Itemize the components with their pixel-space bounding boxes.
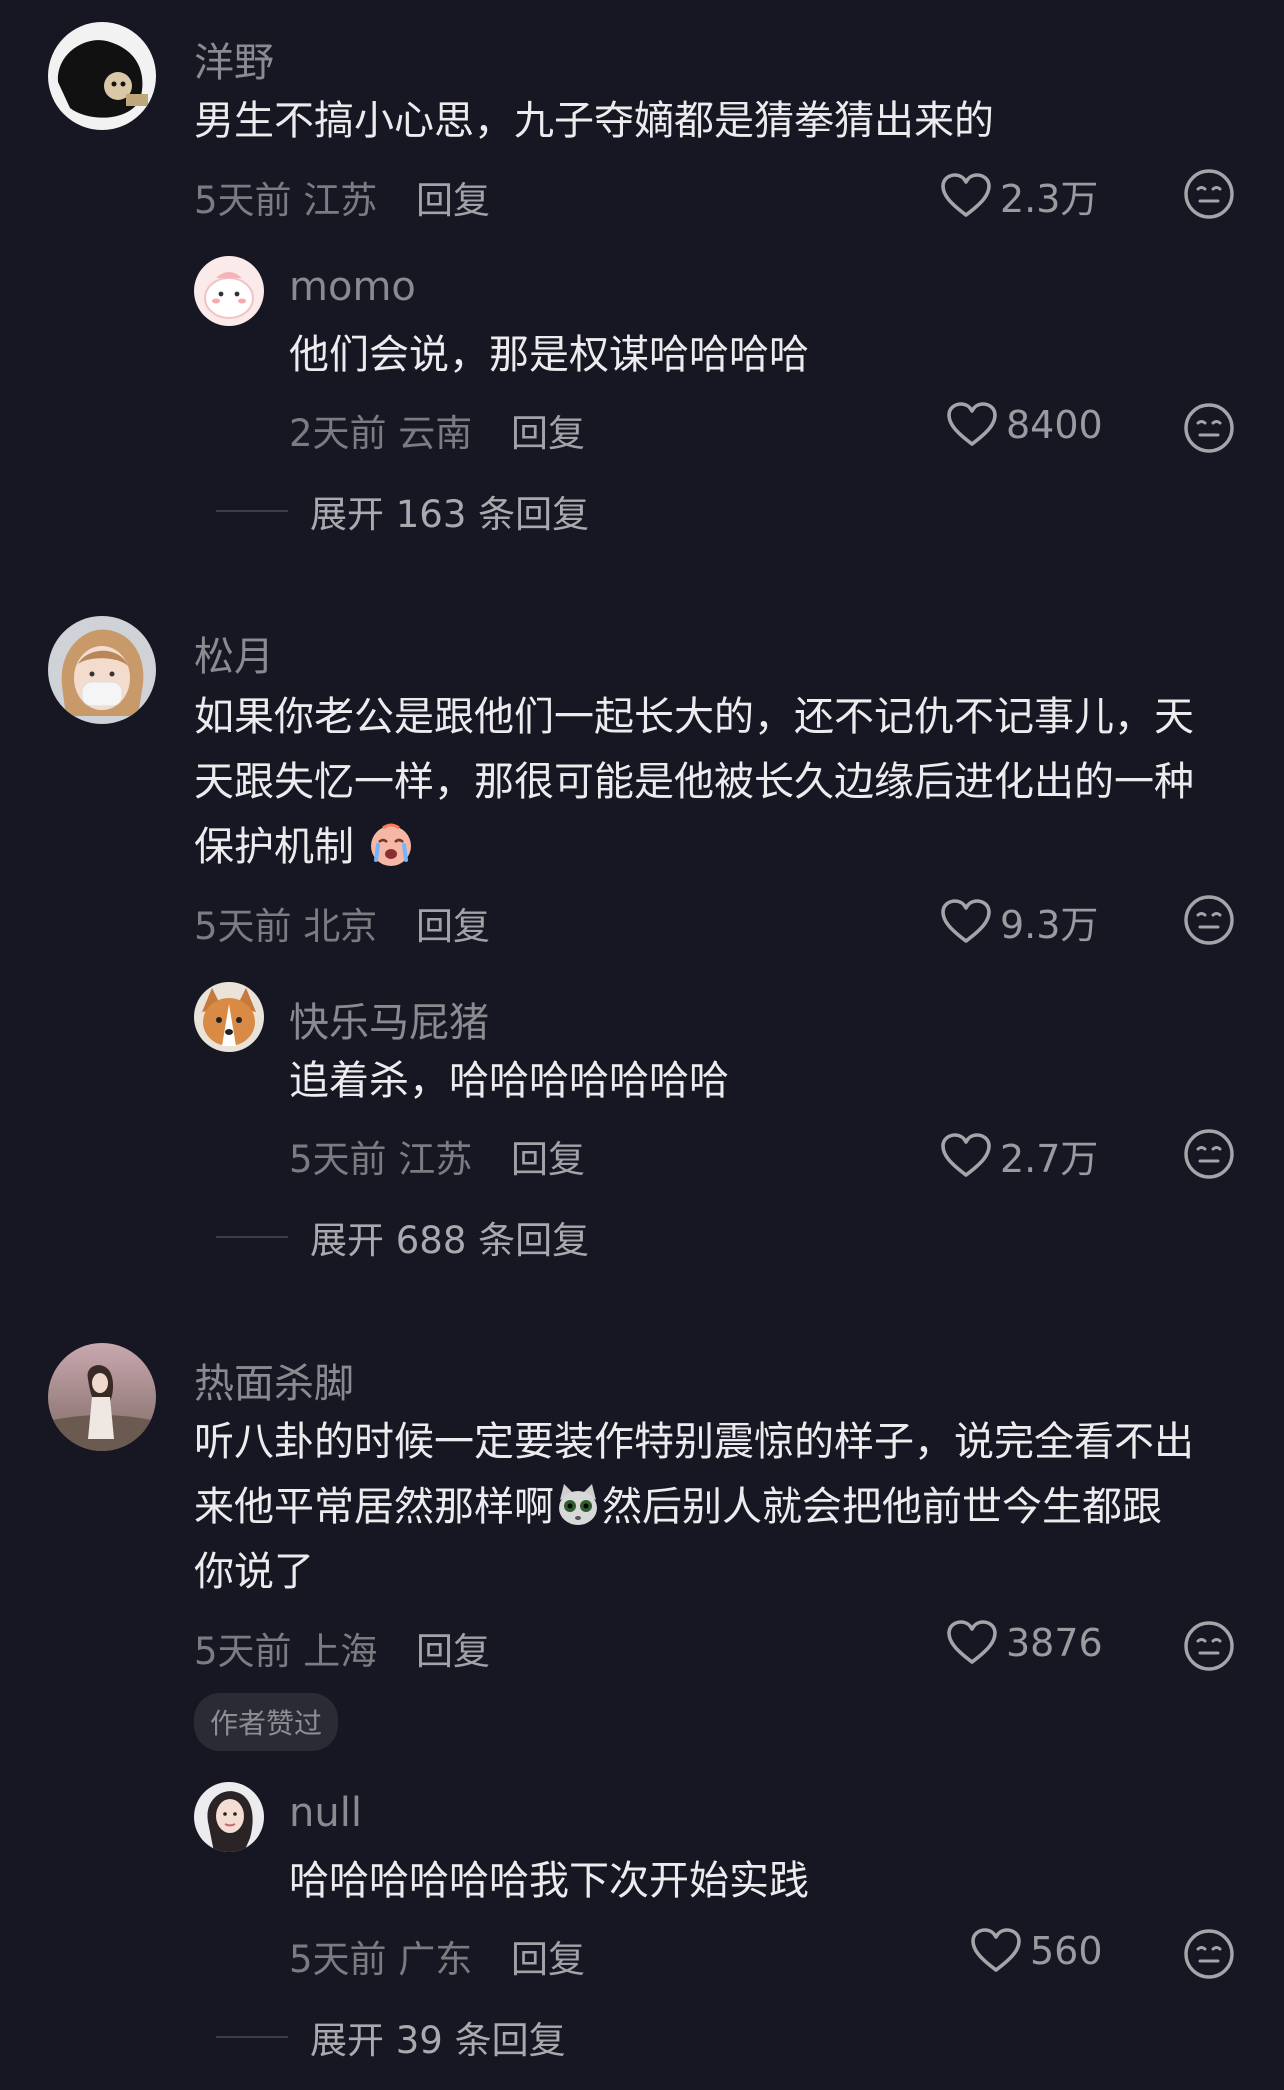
user-avatar[interactable] xyxy=(48,616,156,724)
comment-text-line: 保护机制 xyxy=(194,815,415,880)
comment-username[interactable]: 热面杀脚 xyxy=(194,1351,354,1409)
shocked-cat-emoji-icon xyxy=(559,1484,597,1525)
heart-icon xyxy=(940,1133,992,1179)
heart-icon xyxy=(946,1620,998,1666)
comment-text-line: 天跟失忆一样，那很可能是他被长久边缘后进化出的一种 xyxy=(194,759,1194,805)
comment-meta: 5天前 北京 xyxy=(194,905,378,948)
heart-icon xyxy=(940,173,992,219)
reply-meta: 5天前 广东 xyxy=(289,1938,473,1981)
comment-text-line: 来他平常居然那样啊 然后别人就会把他前世今生都跟 xyxy=(194,1475,1162,1540)
reply-meta: 5天前 江苏 xyxy=(289,1138,473,1181)
user-avatar[interactable] xyxy=(48,1343,156,1451)
reply-username[interactable]: 快乐马屁猪 xyxy=(289,990,489,1048)
like-count: 8400 xyxy=(1006,403,1103,447)
like-button[interactable]: 2.7万 xyxy=(940,1128,1098,1183)
like-count: 2.3万 xyxy=(1000,177,1099,221)
like-count: 560 xyxy=(1030,1929,1103,1973)
expand-replies-button[interactable]: 展开 163 条回复 xyxy=(216,484,589,538)
expand-replies-label: 展开 163 条回复 xyxy=(310,493,590,536)
like-button[interactable]: 2.3万 xyxy=(940,168,1098,223)
heart-icon xyxy=(940,899,992,945)
crying-face-emoji-icon xyxy=(370,823,411,866)
like-count: 3876 xyxy=(1006,1621,1103,1665)
reply-text: 哈哈哈哈哈哈我下次开始实践 xyxy=(289,1858,809,1904)
author-liked-badge: 作者赞过 xyxy=(194,1693,339,1751)
dislike-face-icon[interactable] xyxy=(1183,1128,1235,1180)
reply-username[interactable]: null xyxy=(289,1790,362,1836)
reply-avatar[interactable] xyxy=(194,256,264,326)
like-count: 9.3万 xyxy=(1000,903,1099,947)
expand-replies-button[interactable]: 展开 39 条回复 xyxy=(216,2010,566,2064)
reply-button[interactable]: 回复 xyxy=(416,896,490,950)
expand-replies-label: 展开 39 条回复 xyxy=(310,2019,566,2062)
reply-text: 他们会说，那是权谋哈哈哈哈 xyxy=(289,332,809,378)
expand-replies-label: 展开 688 条回复 xyxy=(310,1219,590,1262)
dislike-face-icon[interactable] xyxy=(1183,1620,1235,1672)
user-avatar[interactable] xyxy=(48,22,156,130)
comment-text-line: 你说了 xyxy=(194,1549,314,1595)
reply-button[interactable]: 回复 xyxy=(511,403,585,457)
comment-text-segment: 来他平常居然那样啊 xyxy=(194,1484,554,1530)
comment-username[interactable]: 松月 xyxy=(194,624,274,682)
comment-username[interactable]: 洋野 xyxy=(194,30,274,88)
like-button[interactable]: 560 xyxy=(970,1928,1103,1974)
dislike-face-icon[interactable] xyxy=(1183,168,1235,220)
dislike-face-icon[interactable] xyxy=(1183,1928,1235,1980)
reply-button[interactable]: 回复 xyxy=(416,1621,490,1675)
reply-avatar[interactable] xyxy=(194,982,264,1052)
expand-replies-button[interactable]: 展开 688 条回复 xyxy=(216,1210,589,1264)
like-button[interactable]: 8400 xyxy=(946,402,1103,448)
reply-button[interactable]: 回复 xyxy=(416,170,490,224)
dislike-face-icon[interactable] xyxy=(1183,402,1235,454)
reply-button[interactable]: 回复 xyxy=(511,1929,585,1983)
reply-username[interactable]: momo xyxy=(289,264,416,310)
like-button[interactable]: 3876 xyxy=(946,1620,1103,1666)
heart-icon xyxy=(946,402,998,448)
reply-button[interactable]: 回复 xyxy=(511,1129,585,1183)
comment-text-segment: 然后别人就会把他前世今生都跟 xyxy=(602,1484,1162,1530)
reply-avatar[interactable] xyxy=(194,1782,264,1852)
comment-text-segment: 保护机制 xyxy=(194,824,354,870)
divider-line xyxy=(216,1236,288,1238)
dislike-face-icon[interactable] xyxy=(1183,894,1235,946)
comment-text-line: 听八卦的时候一定要装作特别震惊的样子，说完全看不出 xyxy=(194,1419,1194,1465)
divider-line xyxy=(216,2036,288,2038)
heart-icon xyxy=(970,1928,1022,1974)
comment-text-line: 如果你老公是跟他们一起长大的，还不记仇不记事儿，天 xyxy=(194,694,1194,740)
comment-meta: 5天前 江苏 xyxy=(194,179,378,222)
like-button[interactable]: 9.3万 xyxy=(940,894,1098,949)
reply-meta: 2天前 云南 xyxy=(289,412,473,455)
comment-meta: 5天前 上海 xyxy=(194,1630,378,1673)
reply-text: 追着杀，哈哈哈哈哈哈哈 xyxy=(289,1058,729,1104)
like-count: 2.7万 xyxy=(1000,1137,1099,1181)
divider-line xyxy=(216,510,288,512)
comment-text: 男生不搞小心思，九子夺嫡都是猜拳猜出来的 xyxy=(194,98,994,144)
